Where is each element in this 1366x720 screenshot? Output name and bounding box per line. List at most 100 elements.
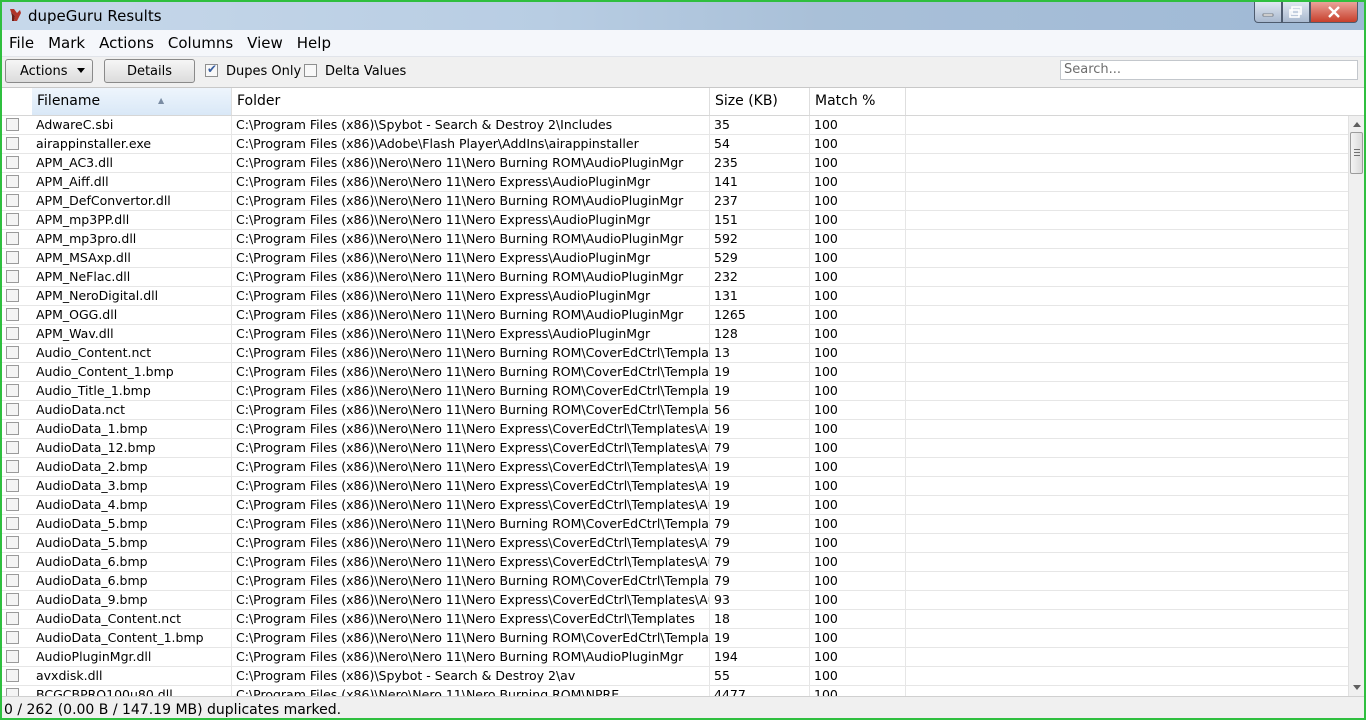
- table-row[interactable]: AudioData_1.bmp C:\Program Files (x86)\Ne…: [2, 420, 1348, 439]
- table-row[interactable]: Audio_Title_1.bmp C:\Program Files (x86)\…: [2, 382, 1348, 401]
- scroll-up-arrow-icon[interactable]: [1353, 122, 1361, 127]
- column-header-match[interactable]: Match %: [810, 88, 906, 115]
- table-row[interactable]: AudioData_6.bmp C:\Program Files (x86)\Ne…: [2, 572, 1348, 591]
- row-mark-checkbox[interactable]: [6, 517, 19, 530]
- table-row[interactable]: APM_Wav.dll C:\Program Files (x86)\Nero\N…: [2, 325, 1348, 344]
- table-row[interactable]: APM_mp3pro.dll C:\Program Files (x86)\Ner…: [2, 230, 1348, 249]
- cell-size: 19: [710, 629, 810, 647]
- row-mark-checkbox[interactable]: [6, 194, 19, 207]
- cell-filename: APM_mp3pro.dll: [32, 230, 232, 248]
- scroll-down-arrow-icon[interactable]: [1353, 685, 1361, 690]
- menu-columns[interactable]: Columns: [161, 34, 240, 52]
- row-mark-checkbox[interactable]: [6, 213, 19, 226]
- table-row[interactable]: AudioData.nct C:\Program Files (x86)\Nero…: [2, 401, 1348, 420]
- row-mark-checkbox[interactable]: [6, 156, 19, 169]
- row-mark-checkbox[interactable]: [6, 289, 19, 302]
- results-table: ▲ Filename Folder Size (KB) Match % Adwa…: [2, 87, 1364, 696]
- table-row[interactable]: AudioData_2.bmp C:\Program Files (x86)\Ne…: [2, 458, 1348, 477]
- maximize-icon[interactable]: [1282, 2, 1310, 23]
- row-mark-checkbox[interactable]: [6, 536, 19, 549]
- close-icon[interactable]: [1310, 2, 1358, 23]
- table-row[interactable]: Audio_Content_1.bmp C:\Program Files (x86…: [2, 363, 1348, 382]
- row-mark-checkbox[interactable]: [6, 327, 19, 340]
- row-mark-checkbox[interactable]: [6, 118, 19, 131]
- cell-filename: AudioData_Content_1.bmp: [32, 629, 232, 647]
- table-row[interactable]: APM_MSAxp.dll C:\Program Files (x86)\Nero…: [2, 249, 1348, 268]
- row-mark-checkbox[interactable]: [6, 441, 19, 454]
- row-mark-checkbox[interactable]: [6, 384, 19, 397]
- table-row[interactable]: AudioData_6.bmp C:\Program Files (x86)\Ne…: [2, 553, 1348, 572]
- row-mark-checkbox[interactable]: [6, 669, 19, 682]
- row-mark-checkbox[interactable]: [6, 175, 19, 188]
- row-mark-checkbox[interactable]: [6, 137, 19, 150]
- search-input[interactable]: Search...: [1060, 60, 1358, 80]
- row-mark-checkbox[interactable]: [6, 365, 19, 378]
- row-mark-checkbox[interactable]: [6, 479, 19, 492]
- row-mark-checkbox[interactable]: [6, 270, 19, 283]
- table-row[interactable]: AudioData_3.bmp C:\Program Files (x86)\Ne…: [2, 477, 1348, 496]
- menu-help[interactable]: Help: [290, 34, 338, 52]
- title-bar[interactable]: dupeGuru Results: [2, 2, 1364, 30]
- row-mark-checkbox[interactable]: [6, 650, 19, 663]
- row-mark-checkbox[interactable]: [6, 555, 19, 568]
- table-row[interactable]: BCGCBPRO100u80.dll C:\Program Files (x86)…: [2, 686, 1348, 696]
- menu-actions[interactable]: Actions: [92, 34, 161, 52]
- row-mark-checkbox[interactable]: [6, 688, 19, 696]
- vertical-scrollbar[interactable]: [1348, 116, 1364, 696]
- cell-filename: APM_NeFlac.dll: [32, 268, 232, 286]
- cell-folder: C:\Program Files (x86)\Nero\Nero 11\Nero…: [232, 363, 710, 381]
- row-mark-checkbox[interactable]: [6, 232, 19, 245]
- cell-folder: C:\Program Files (x86)\Nero\Nero 11\Nero…: [232, 230, 710, 248]
- row-mark-checkbox[interactable]: [6, 422, 19, 435]
- table-row[interactable]: Audio_Content.nct C:\Program Files (x86)\…: [2, 344, 1348, 363]
- row-mark-checkbox[interactable]: [6, 574, 19, 587]
- table-row[interactable]: AudioData_Content.nct C:\Program Files (x…: [2, 610, 1348, 629]
- row-mark-checkbox[interactable]: [6, 403, 19, 416]
- row-mark-checkbox[interactable]: [6, 498, 19, 511]
- row-mark-checkbox[interactable]: [6, 631, 19, 644]
- menu-view[interactable]: View: [240, 34, 290, 52]
- dupes-only-checkbox[interactable]: ✔: [205, 62, 218, 77]
- table-row[interactable]: AudioData_4.bmp C:\Program Files (x86)\Ne…: [2, 496, 1348, 515]
- menu-mark[interactable]: Mark: [41, 34, 92, 52]
- table-row[interactable]: AudioData_12.bmp C:\Program Files (x86)\N…: [2, 439, 1348, 458]
- cell-filename: AudioData_9.bmp: [32, 591, 232, 609]
- scrollbar-thumb[interactable]: [1350, 132, 1363, 174]
- table-row[interactable]: AudioData_5.bmp C:\Program Files (x86)\Ne…: [2, 534, 1348, 553]
- table-row[interactable]: AudioData_5.bmp C:\Program Files (x86)\Ne…: [2, 515, 1348, 534]
- cell-size: 79: [710, 439, 810, 457]
- table-row[interactable]: AudioData_9.bmp C:\Program Files (x86)\Ne…: [2, 591, 1348, 610]
- details-button[interactable]: Details: [104, 59, 195, 83]
- menu-file[interactable]: File: [2, 34, 41, 52]
- delta-values-checkbox[interactable]: [304, 64, 317, 77]
- column-header-folder[interactable]: Folder: [232, 88, 710, 115]
- table-row[interactable]: APM_NeFlac.dll C:\Program Files (x86)\Ner…: [2, 268, 1348, 287]
- table-row[interactable]: APM_DefConvertor.dll C:\Program Files (x8…: [2, 192, 1348, 211]
- table-row[interactable]: APM_NeroDigital.dll C:\Program Files (x86…: [2, 287, 1348, 306]
- actions-dropdown-button[interactable]: Actions: [5, 59, 93, 83]
- row-mark-checkbox[interactable]: [6, 346, 19, 359]
- column-header-filename[interactable]: ▲ Filename: [32, 88, 232, 115]
- row-mark-checkbox[interactable]: [6, 251, 19, 264]
- table-row[interactable]: airappinstaller.exe C:\Program Files (x86…: [2, 135, 1348, 154]
- row-mark-checkbox[interactable]: [6, 612, 19, 625]
- cell-size: 529: [710, 249, 810, 267]
- cell-folder: C:\Program Files (x86)\Spybot - Search &…: [232, 667, 710, 685]
- table-row[interactable]: APM_mp3PP.dll C:\Program Files (x86)\Nero…: [2, 211, 1348, 230]
- cell-filename: avxdisk.dll: [32, 667, 232, 685]
- table-row[interactable]: APM_OGG.dll C:\Program Files (x86)\Nero\N…: [2, 306, 1348, 325]
- cell-folder: C:\Program Files (x86)\Nero\Nero 11\Nero…: [232, 477, 710, 495]
- row-mark-checkbox[interactable]: [6, 460, 19, 473]
- table-row[interactable]: AudioPluginMgr.dll C:\Program Files (x86)…: [2, 648, 1348, 667]
- column-header-size[interactable]: Size (KB): [710, 88, 810, 115]
- chevron-down-icon: [77, 68, 85, 73]
- row-mark-checkbox[interactable]: [6, 308, 19, 321]
- table-row[interactable]: AudioData_Content_1.bmp C:\Program Files …: [2, 629, 1348, 648]
- table-row[interactable]: avxdisk.dll C:\Program Files (x86)\Spybot…: [2, 667, 1348, 686]
- row-mark-checkbox[interactable]: [6, 593, 19, 606]
- table-row[interactable]: APM_Aiff.dll C:\Program Files (x86)\Nero\…: [2, 173, 1348, 192]
- table-row[interactable]: APM_AC3.dll C:\Program Files (x86)\Nero\N…: [2, 154, 1348, 173]
- table-row[interactable]: AdwareC.sbi C:\Program Files (x86)\Spybot…: [2, 116, 1348, 135]
- cell-filename: AudioData_2.bmp: [32, 458, 232, 476]
- minimize-icon[interactable]: [1254, 2, 1282, 23]
